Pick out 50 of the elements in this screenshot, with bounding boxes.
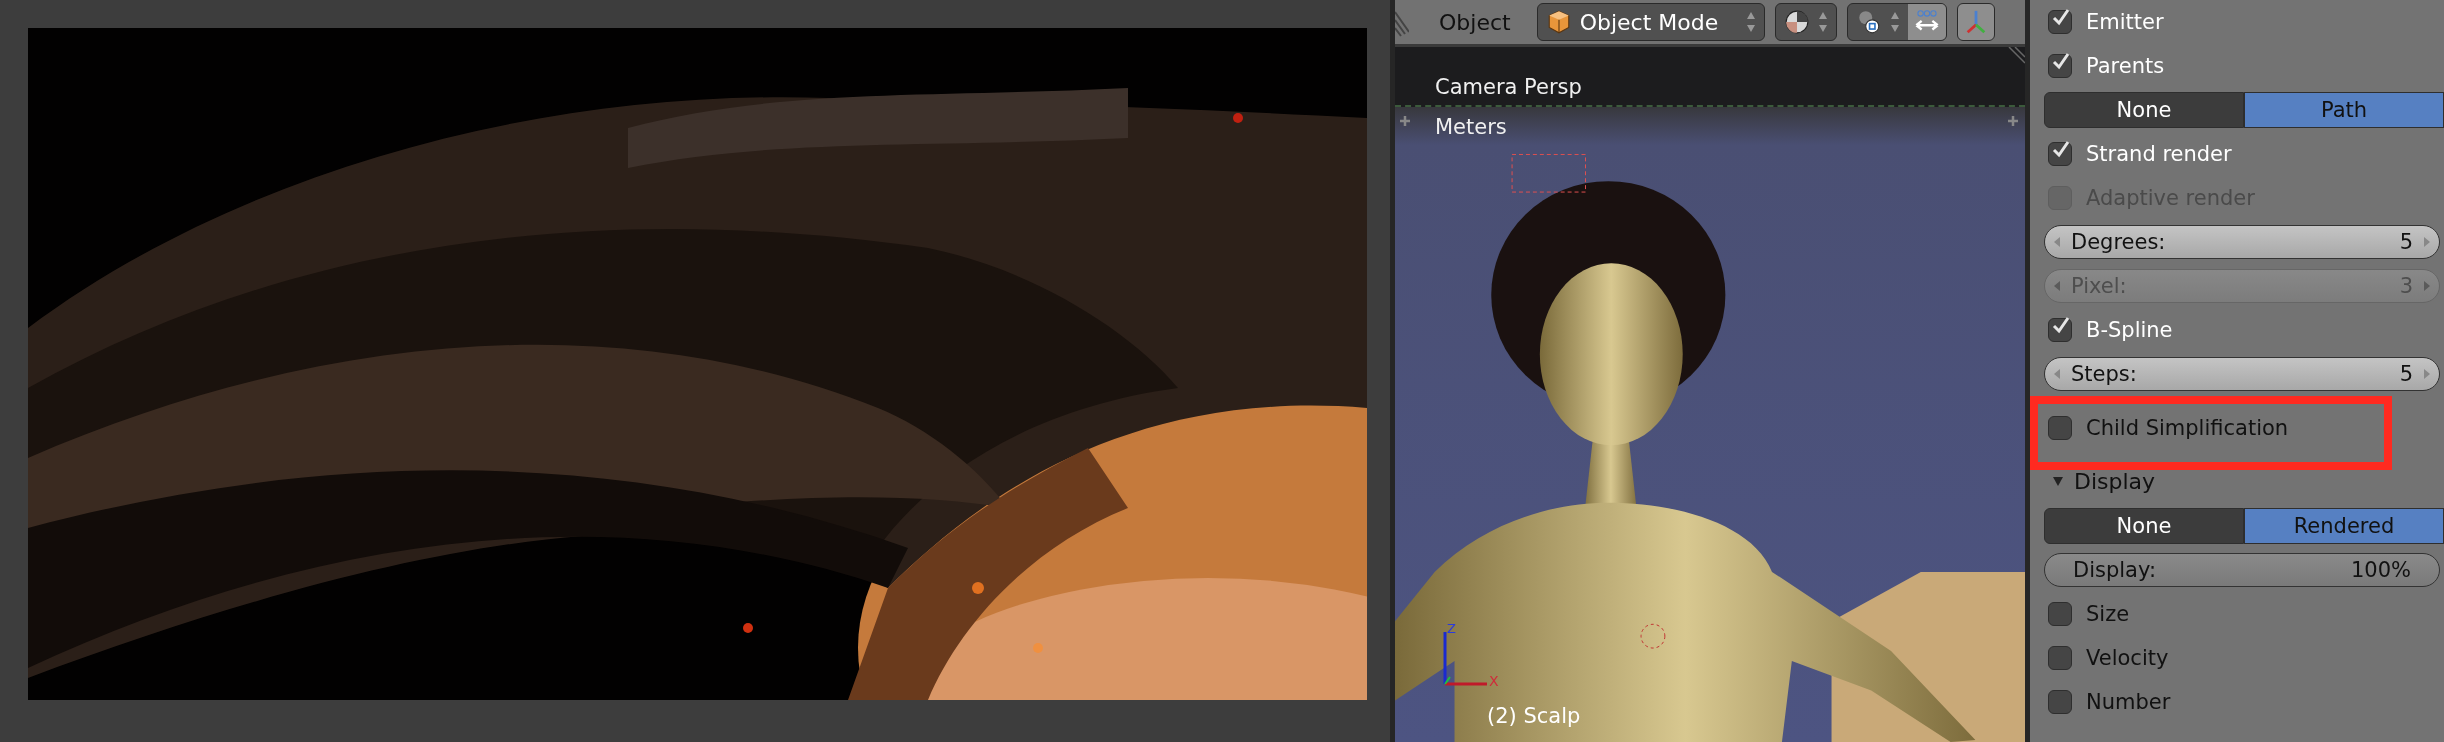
arrow-right-icon [2423,280,2431,292]
checkbox-label[interactable]: Velocity [2086,646,2169,670]
checkbox-label[interactable]: B-Spline [2086,318,2173,342]
stepper-icon [1889,10,1900,34]
toggle-option[interactable]: None [2044,92,2244,128]
checkmark-icon [2051,8,2071,28]
checkbox[interactable] [2048,318,2072,342]
arrow-left-icon [2053,280,2061,292]
checkbox[interactable] [2048,602,2072,626]
checkbox[interactable] [2048,54,2072,78]
number-field[interactable]: Degrees: 5 [2044,225,2440,259]
arrow-right-icon [2423,236,2431,248]
transform-axes-button[interactable] [1956,3,1995,41]
arrow-left-icon [2053,368,2061,380]
number-field[interactable]: Steps: 5 [2044,357,2440,391]
checkbox-label[interactable]: Parents [2086,54,2165,78]
checkbox-label[interactable]: Strand render [2086,142,2232,166]
plus-icon[interactable] [2007,115,2019,127]
units-label: Meters [1435,115,1507,139]
checkbox[interactable] [2048,416,2072,440]
checkmark-icon [2051,52,2071,72]
toggle-option[interactable]: Path [2244,92,2444,128]
checkbox-label[interactable]: Child Simplification [2086,416,2289,440]
checkbox[interactable] [2048,142,2072,166]
section-title: Display [2074,468,2156,494]
checkbox[interactable] [2048,646,2072,670]
axis-gizmo-drawing: Z X [1435,622,1505,692]
checkbox-label[interactable]: Size [2086,602,2130,626]
plus-icon[interactable] [1399,115,1411,127]
checkbox[interactable] [2048,690,2072,714]
mode-dropdown[interactable]: Object Mode [1536,3,1765,41]
manipulator-button[interactable] [1907,4,1946,40]
stepper-icon [1817,10,1828,34]
checkbox-label[interactable]: Number [2086,690,2171,714]
sphere-icon [1783,9,1810,35]
toggle-option[interactable]: Rendered [2244,508,2444,544]
arrow-right-icon [2423,368,2431,380]
checkbox[interactable] [2048,10,2072,34]
arrow-left-icon [2053,236,2061,248]
pivot-dropdown[interactable] [1846,3,1947,41]
object-menu[interactable]: Object [1419,9,1527,35]
checkmark-icon [2051,316,2071,336]
number-field[interactable]: Display: 100% [2044,553,2440,587]
shading-dropdown[interactable] [1774,3,1837,41]
view-name: Camera Persp [1435,75,1582,99]
object-label: (2) Scalp [1487,704,1581,728]
checkbox-label[interactable]: Emitter [2086,10,2164,34]
checkmark-icon [2051,140,2071,160]
stepper-icon [1745,10,1756,34]
toggle-option[interactable]: None [2044,508,2244,544]
